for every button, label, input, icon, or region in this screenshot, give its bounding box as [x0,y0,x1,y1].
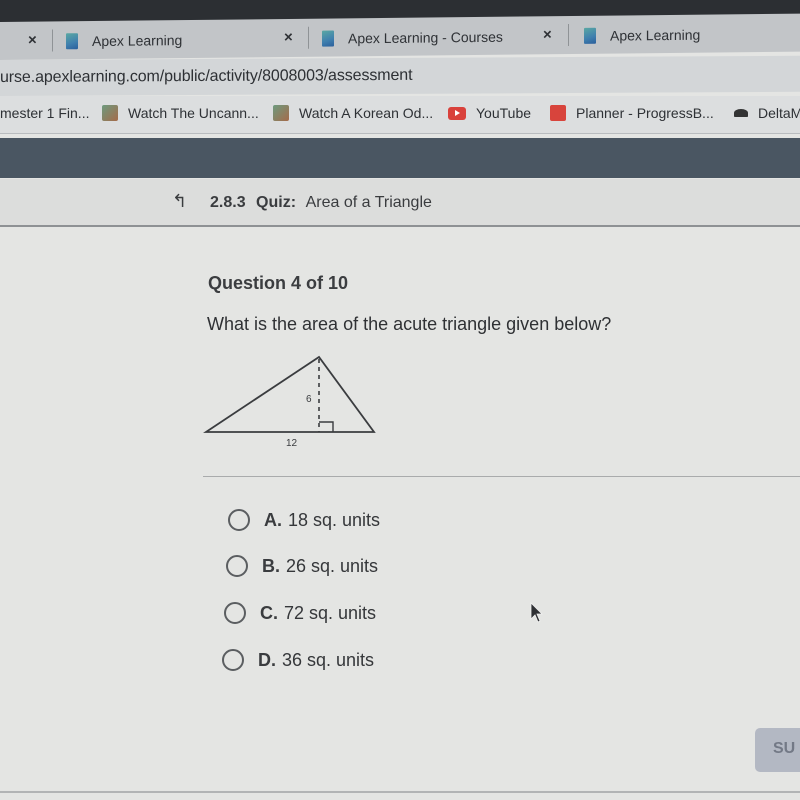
answer-option-d[interactable]: D. 36 sq. units [222,649,374,671]
tab-apex-learning-1[interactable]: Apex Learning [66,26,182,55]
youtube-icon [448,106,466,120]
base-label: 12 [286,438,298,449]
bookmarks-bar: mester 1 Fin... Watch The Uncann... Watc… [0,96,800,134]
option-letter: C. [260,602,278,623]
tab-close-button[interactable]: × [543,26,552,43]
apex-favicon-icon [584,27,596,44]
tab-separator [308,26,309,49]
bookmark-label: Watch A Korean Od... [299,105,434,121]
answer-option-c[interactable]: C. 72 sq. units [224,602,376,624]
bookmark-label: DeltaM [758,105,800,121]
site-header [0,138,800,178]
tab-label: Apex Learning [610,26,701,44]
tab-separator [568,24,569,47]
option-text: 72 sq. units [284,602,377,623]
radio-button[interactable] [224,602,246,624]
option-text: 18 sq. units [288,509,381,530]
apex-favicon-icon [66,33,78,50]
tab-bar: × Apex Learning × Apex Learning - Course… [0,13,800,61]
bookmark-semester-final[interactable]: mester 1 Fin... [0,105,89,121]
radio-button[interactable] [226,555,248,577]
tab-apex-learning-2[interactable]: Apex Learning [584,21,700,50]
tab-apex-learning-courses[interactable]: Apex Learning - Courses [322,23,503,53]
answer-option-a[interactable]: A. 18 sq. units [228,509,380,531]
video-thumbnail-icon [273,105,289,121]
address-bar[interactable]: urse.apexlearning.com/public/activity/80… [0,55,800,96]
tab-separator [52,29,53,52]
back-arrow-icon[interactable]: ↰ [172,191,187,212]
bookmark-watch-uncanny[interactable]: Watch The Uncann... [102,105,259,121]
quiz-title-bar: ↰ 2.8.3 Quiz: Area of a Triangle [0,179,800,227]
bookmark-label: mester 1 Fin... [0,105,90,121]
mouse-cursor-icon [530,602,543,623]
answer-option-b[interactable]: B. 26 sq. units [226,555,378,577]
quiz-title: 2.8.3 Quiz: Area of a Triangle [210,194,432,212]
radio-button[interactable] [228,509,250,531]
apex-favicon-icon [322,30,334,47]
option-letter: B. [262,555,280,576]
quiz-name: Area of a Triangle [305,194,432,211]
option-text: 36 sq. units [282,649,375,670]
option-letter: A. [264,509,282,530]
option-text: 26 sq. units [286,555,379,576]
delta-icon [734,109,748,117]
tab-label: Apex Learning - Courses [348,28,503,47]
quiz-type: Quiz: [256,194,297,211]
bookmark-label: Planner - ProgressB... [576,105,714,121]
triangle-figure: 6 12 [203,355,376,449]
question-counter: Question 4 of 10 [208,273,349,293]
quiz-number: 2.8.3 [210,194,246,211]
tab-close-button[interactable]: × [28,32,37,49]
bookmark-watch-korean[interactable]: Watch A Korean Od... [273,105,433,121]
right-angle-marker [319,421,334,432]
section-divider [203,476,800,477]
triangle-outline [203,355,376,433]
submit-button[interactable]: SU [755,728,800,772]
video-thumbnail-icon [102,105,118,121]
question-text: What is the area of the acute triangle g… [207,314,612,334]
option-letter: D. [258,649,276,670]
bottom-edge [0,791,800,793]
bookmark-delta[interactable]: DeltaM [734,105,800,121]
tab-close-button[interactable]: × [284,29,293,46]
bookmark-planner[interactable]: Planner - ProgressB... [550,105,714,121]
height-label: 6 [306,394,312,405]
bookmark-youtube[interactable]: YouTube [448,105,531,121]
planner-icon [550,105,566,121]
tab-label: Apex Learning [92,32,183,50]
radio-button[interactable] [222,649,244,671]
url-text[interactable]: urse.apexlearning.com/public/activity/80… [0,67,412,87]
bookmark-label: Watch The Uncann... [128,105,259,121]
bookmark-label: YouTube [476,105,532,121]
